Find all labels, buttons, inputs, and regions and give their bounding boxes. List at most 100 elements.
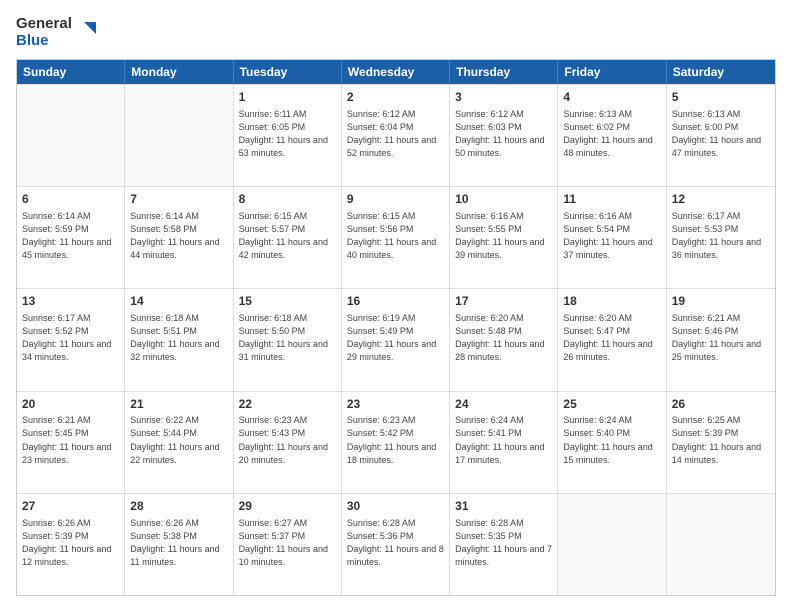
cell-sunset: Sunset: 5:47 PM bbox=[563, 325, 660, 338]
cell-sunrise: Sunrise: 6:13 AM bbox=[672, 108, 770, 121]
cell-sunset: Sunset: 5:55 PM bbox=[455, 223, 552, 236]
cell-sunrise: Sunrise: 6:12 AM bbox=[455, 108, 552, 121]
header-tuesday: Tuesday bbox=[234, 60, 342, 84]
cell-sunset: Sunset: 5:54 PM bbox=[563, 223, 660, 236]
cell-daylight: Daylight: 11 hours and 50 minutes. bbox=[455, 134, 552, 160]
cell-daylight: Daylight: 11 hours and 29 minutes. bbox=[347, 338, 444, 364]
cell-sunrise: Sunrise: 6:18 AM bbox=[130, 312, 227, 325]
calendar-row-4: 20 Sunrise: 6:21 AM Sunset: 5:45 PM Dayl… bbox=[17, 391, 775, 493]
cell-sunset: Sunset: 5:51 PM bbox=[130, 325, 227, 338]
day-cell-29: 29 Sunrise: 6:27 AM Sunset: 5:37 PM Dayl… bbox=[234, 494, 342, 595]
cell-sunset: Sunset: 5:53 PM bbox=[672, 223, 770, 236]
cell-sunrise: Sunrise: 6:14 AM bbox=[22, 210, 119, 223]
cell-sunrise: Sunrise: 6:16 AM bbox=[563, 210, 660, 223]
cell-sunrise: Sunrise: 6:19 AM bbox=[347, 312, 444, 325]
page: General Blue SundayMondayTuesdayWednesda… bbox=[0, 0, 792, 612]
cell-sunrise: Sunrise: 6:26 AM bbox=[22, 517, 119, 530]
cell-sunset: Sunset: 5:49 PM bbox=[347, 325, 444, 338]
header-wednesday: Wednesday bbox=[342, 60, 450, 84]
cell-sunrise: Sunrise: 6:23 AM bbox=[239, 414, 336, 427]
cell-daylight: Daylight: 11 hours and 22 minutes. bbox=[130, 441, 227, 467]
cell-sunrise: Sunrise: 6:17 AM bbox=[672, 210, 770, 223]
cell-daylight: Daylight: 11 hours and 37 minutes. bbox=[563, 236, 660, 262]
calendar-header: SundayMondayTuesdayWednesdayThursdayFrid… bbox=[17, 60, 775, 84]
day-cell-16: 16 Sunrise: 6:19 AM Sunset: 5:49 PM Dayl… bbox=[342, 289, 450, 390]
cell-sunrise: Sunrise: 6:13 AM bbox=[563, 108, 660, 121]
cell-sunrise: Sunrise: 6:21 AM bbox=[22, 414, 119, 427]
cell-sunrise: Sunrise: 6:20 AM bbox=[455, 312, 552, 325]
cell-sunrise: Sunrise: 6:22 AM bbox=[130, 414, 227, 427]
cell-daylight: Daylight: 11 hours and 28 minutes. bbox=[455, 338, 552, 364]
cell-daylight: Daylight: 11 hours and 20 minutes. bbox=[239, 441, 336, 467]
cell-daylight: Daylight: 11 hours and 36 minutes. bbox=[672, 236, 770, 262]
day-cell-15: 15 Sunrise: 6:18 AM Sunset: 5:50 PM Dayl… bbox=[234, 289, 342, 390]
day-number: 15 bbox=[239, 293, 336, 310]
day-number: 9 bbox=[347, 191, 444, 208]
day-cell-27: 27 Sunrise: 6:26 AM Sunset: 5:39 PM Dayl… bbox=[17, 494, 125, 595]
cell-daylight: Daylight: 11 hours and 48 minutes. bbox=[563, 134, 660, 160]
cell-daylight: Daylight: 11 hours and 40 minutes. bbox=[347, 236, 444, 262]
day-cell-9: 9 Sunrise: 6:15 AM Sunset: 5:56 PM Dayli… bbox=[342, 187, 450, 288]
day-cell-17: 17 Sunrise: 6:20 AM Sunset: 5:48 PM Dayl… bbox=[450, 289, 558, 390]
day-cell-12: 12 Sunrise: 6:17 AM Sunset: 5:53 PM Dayl… bbox=[667, 187, 775, 288]
day-cell-18: 18 Sunrise: 6:20 AM Sunset: 5:47 PM Dayl… bbox=[558, 289, 666, 390]
cell-daylight: Daylight: 11 hours and 18 minutes. bbox=[347, 441, 444, 467]
cell-sunrise: Sunrise: 6:24 AM bbox=[455, 414, 552, 427]
cell-sunset: Sunset: 5:43 PM bbox=[239, 427, 336, 440]
calendar-body: 1 Sunrise: 6:11 AM Sunset: 6:05 PM Dayli… bbox=[17, 84, 775, 595]
cell-sunset: Sunset: 6:04 PM bbox=[347, 121, 444, 134]
day-number: 29 bbox=[239, 498, 336, 515]
header-sunday: Sunday bbox=[17, 60, 125, 84]
day-number: 18 bbox=[563, 293, 660, 310]
day-number: 17 bbox=[455, 293, 552, 310]
day-cell-14: 14 Sunrise: 6:18 AM Sunset: 5:51 PM Dayl… bbox=[125, 289, 233, 390]
cell-daylight: Daylight: 11 hours and 17 minutes. bbox=[455, 441, 552, 467]
empty-cell bbox=[125, 85, 233, 186]
cell-sunrise: Sunrise: 6:14 AM bbox=[130, 210, 227, 223]
day-cell-2: 2 Sunrise: 6:12 AM Sunset: 6:04 PM Dayli… bbox=[342, 85, 450, 186]
logo-triangle-icon bbox=[74, 22, 96, 44]
day-number: 30 bbox=[347, 498, 444, 515]
cell-daylight: Daylight: 11 hours and 12 minutes. bbox=[22, 543, 119, 569]
logo-text: General Blue bbox=[16, 16, 96, 49]
day-number: 28 bbox=[130, 498, 227, 515]
day-cell-4: 4 Sunrise: 6:13 AM Sunset: 6:02 PM Dayli… bbox=[558, 85, 666, 186]
cell-sunset: Sunset: 5:52 PM bbox=[22, 325, 119, 338]
day-number: 7 bbox=[130, 191, 227, 208]
cell-sunset: Sunset: 5:35 PM bbox=[455, 530, 552, 543]
cell-sunrise: Sunrise: 6:24 AM bbox=[563, 414, 660, 427]
empty-cell bbox=[667, 494, 775, 595]
cell-daylight: Daylight: 11 hours and 42 minutes. bbox=[239, 236, 336, 262]
day-number: 27 bbox=[22, 498, 119, 515]
day-number: 14 bbox=[130, 293, 227, 310]
calendar-row-5: 27 Sunrise: 6:26 AM Sunset: 5:39 PM Dayl… bbox=[17, 493, 775, 595]
day-number: 21 bbox=[130, 396, 227, 413]
day-number: 8 bbox=[239, 191, 336, 208]
cell-sunrise: Sunrise: 6:18 AM bbox=[239, 312, 336, 325]
cell-sunrise: Sunrise: 6:15 AM bbox=[239, 210, 336, 223]
cell-daylight: Daylight: 11 hours and 39 minutes. bbox=[455, 236, 552, 262]
cell-sunrise: Sunrise: 6:16 AM bbox=[455, 210, 552, 223]
cell-sunrise: Sunrise: 6:23 AM bbox=[347, 414, 444, 427]
cell-sunset: Sunset: 5:39 PM bbox=[22, 530, 119, 543]
day-number: 6 bbox=[22, 191, 119, 208]
cell-daylight: Daylight: 11 hours and 8 minutes. bbox=[347, 543, 444, 569]
day-cell-21: 21 Sunrise: 6:22 AM Sunset: 5:44 PM Dayl… bbox=[125, 392, 233, 493]
day-number: 3 bbox=[455, 89, 552, 106]
cell-daylight: Daylight: 11 hours and 34 minutes. bbox=[22, 338, 119, 364]
day-cell-11: 11 Sunrise: 6:16 AM Sunset: 5:54 PM Dayl… bbox=[558, 187, 666, 288]
cell-sunrise: Sunrise: 6:12 AM bbox=[347, 108, 444, 121]
day-cell-22: 22 Sunrise: 6:23 AM Sunset: 5:43 PM Dayl… bbox=[234, 392, 342, 493]
cell-daylight: Daylight: 11 hours and 14 minutes. bbox=[672, 441, 770, 467]
cell-daylight: Daylight: 11 hours and 47 minutes. bbox=[672, 134, 770, 160]
day-number: 22 bbox=[239, 396, 336, 413]
cell-daylight: Daylight: 11 hours and 26 minutes. bbox=[563, 338, 660, 364]
cell-sunset: Sunset: 5:45 PM bbox=[22, 427, 119, 440]
day-cell-31: 31 Sunrise: 6:28 AM Sunset: 5:35 PM Dayl… bbox=[450, 494, 558, 595]
cell-sunset: Sunset: 5:38 PM bbox=[130, 530, 227, 543]
cell-sunset: Sunset: 5:44 PM bbox=[130, 427, 227, 440]
day-cell-20: 20 Sunrise: 6:21 AM Sunset: 5:45 PM Dayl… bbox=[17, 392, 125, 493]
cell-daylight: Daylight: 11 hours and 25 minutes. bbox=[672, 338, 770, 364]
cell-sunset: Sunset: 5:50 PM bbox=[239, 325, 336, 338]
cell-sunset: Sunset: 5:57 PM bbox=[239, 223, 336, 236]
